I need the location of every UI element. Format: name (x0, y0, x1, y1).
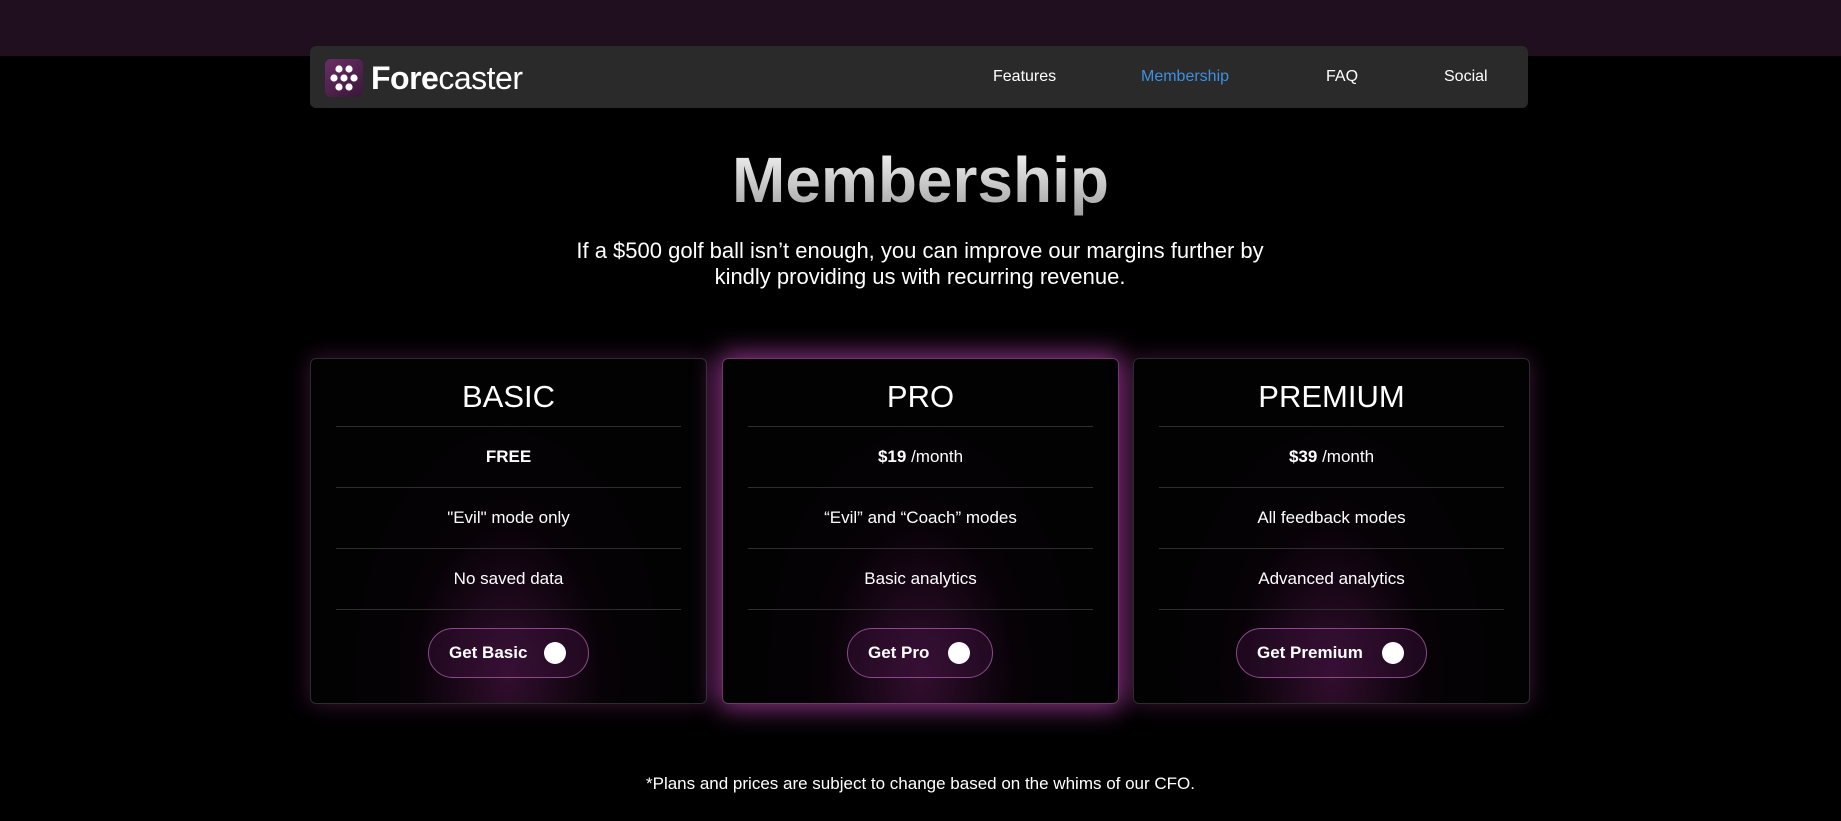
plan-price: $39 /month (1159, 426, 1504, 486)
plan-price: FREE (336, 426, 681, 486)
plan-feature-1: All feedback modes (1159, 487, 1504, 547)
plan-feature-2: Advanced analytics (1159, 548, 1504, 608)
page-title: Membership (0, 140, 1841, 220)
nav-link-faq[interactable]: FAQ (1326, 68, 1358, 86)
nav-link-features[interactable]: Features (993, 68, 1056, 86)
nav-link-social[interactable]: Social (1444, 68, 1488, 86)
plan-name: PRO (886, 379, 955, 414)
plan-card-pro: PRO $19 /month “Evil” and “Coach” modes … (722, 358, 1119, 704)
plan-price-period: /month (1322, 447, 1375, 466)
cta-label: Get Basic (449, 643, 528, 662)
plan-price-amount: $39 (1288, 447, 1318, 466)
toggle-dot-icon (544, 642, 566, 664)
plan-feature-2: Basic analytics (748, 548, 1093, 608)
plan-feature-1: “Evil” and “Coach” modes (748, 487, 1093, 547)
plan-feature-1: "Evil" mode only (336, 487, 681, 547)
nav-link-membership[interactable]: Membership (1141, 68, 1229, 86)
dice-dots-icon (325, 59, 363, 97)
get-basic-button[interactable]: Get Basic (428, 628, 589, 678)
pricing-footnote: *Plans and prices are subject to change … (645, 774, 1196, 793)
plan-card-basic: BASIC FREE "Evil" mode only No saved dat… (310, 358, 707, 704)
cta-label: Get Premium (1257, 643, 1363, 662)
toggle-dot-icon (1382, 642, 1404, 664)
toggle-dot-icon (948, 642, 970, 664)
plan-card-premium: PREMIUM $39 /month All feedback modes Ad… (1133, 358, 1530, 704)
page-subtitle: If a $500 golf ball isn’t enough, you ca… (576, 238, 1264, 289)
cta-label: Get Pro (868, 643, 930, 662)
get-premium-button[interactable]: Get Premium (1236, 628, 1427, 678)
brand-name-light: caster (438, 60, 523, 96)
plan-divider (1159, 609, 1504, 610)
brand-logo[interactable]: Forecaster (325, 58, 523, 98)
navbar: Forecaster Features Membership FAQ Socia… (310, 46, 1528, 108)
brand-name-bold: Fore (371, 60, 439, 96)
plan-feature-2: No saved data (336, 548, 681, 608)
plan-price-period: /month (911, 447, 964, 466)
plan-price: $19 /month (748, 426, 1093, 486)
plan-divider (336, 609, 681, 610)
plan-divider (748, 609, 1093, 610)
plan-name: BASIC (461, 379, 556, 414)
plan-price-amount: $19 (877, 447, 907, 466)
plan-name: PREMIUM (1258, 379, 1405, 414)
brand-name: Forecaster (371, 59, 523, 97)
plan-price-amount: FREE (485, 447, 532, 466)
get-pro-button[interactable]: Get Pro (847, 628, 993, 678)
